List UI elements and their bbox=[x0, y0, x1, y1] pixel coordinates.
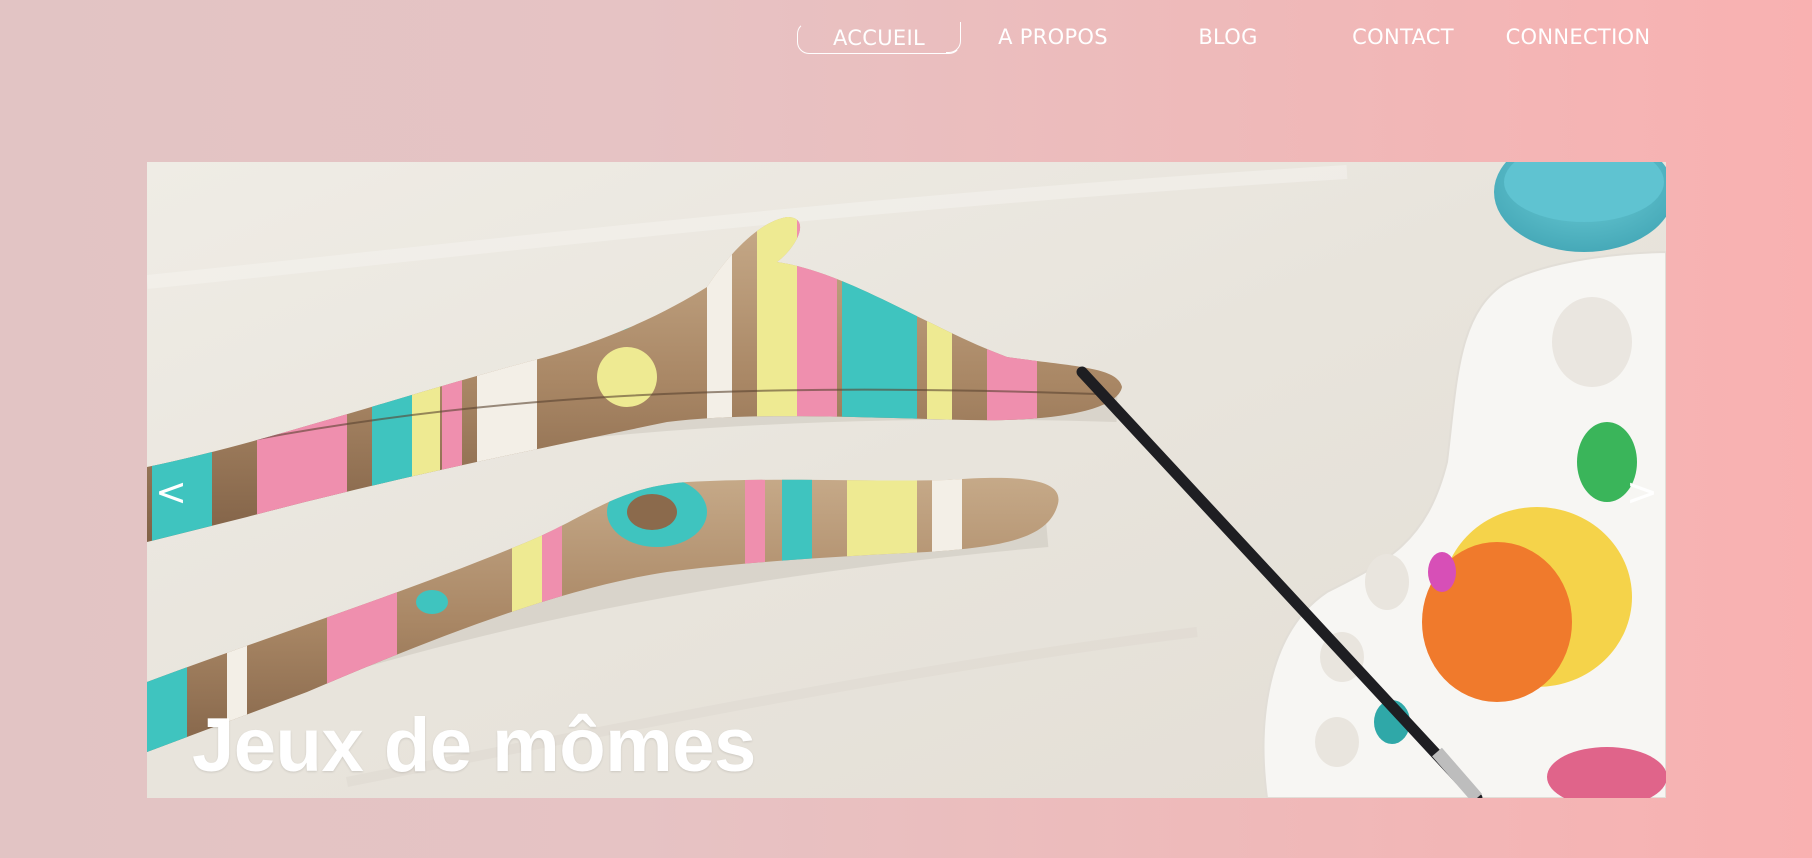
nav-item-a-propos[interactable]: A PROPOS bbox=[985, 22, 1121, 52]
hero-title: Jeux de mômes bbox=[192, 703, 756, 788]
carousel-next-button[interactable]: > bbox=[1622, 462, 1662, 522]
nav-item-connection[interactable]: CONNECTION bbox=[1497, 22, 1659, 52]
nav-item-contact[interactable]: CONTACT bbox=[1339, 22, 1467, 52]
nav-item-accueil[interactable]: ACCUEIL bbox=[797, 22, 961, 54]
nav-item-blog[interactable]: BLOG bbox=[1180, 22, 1276, 52]
top-navigation: ACCUEIL A PROPOS BLOG CONTACT CONNECTION bbox=[0, 0, 1812, 80]
carousel-prev-button[interactable]: < bbox=[151, 462, 191, 522]
hero-carousel: < > Jeux de mômes bbox=[147, 162, 1666, 798]
